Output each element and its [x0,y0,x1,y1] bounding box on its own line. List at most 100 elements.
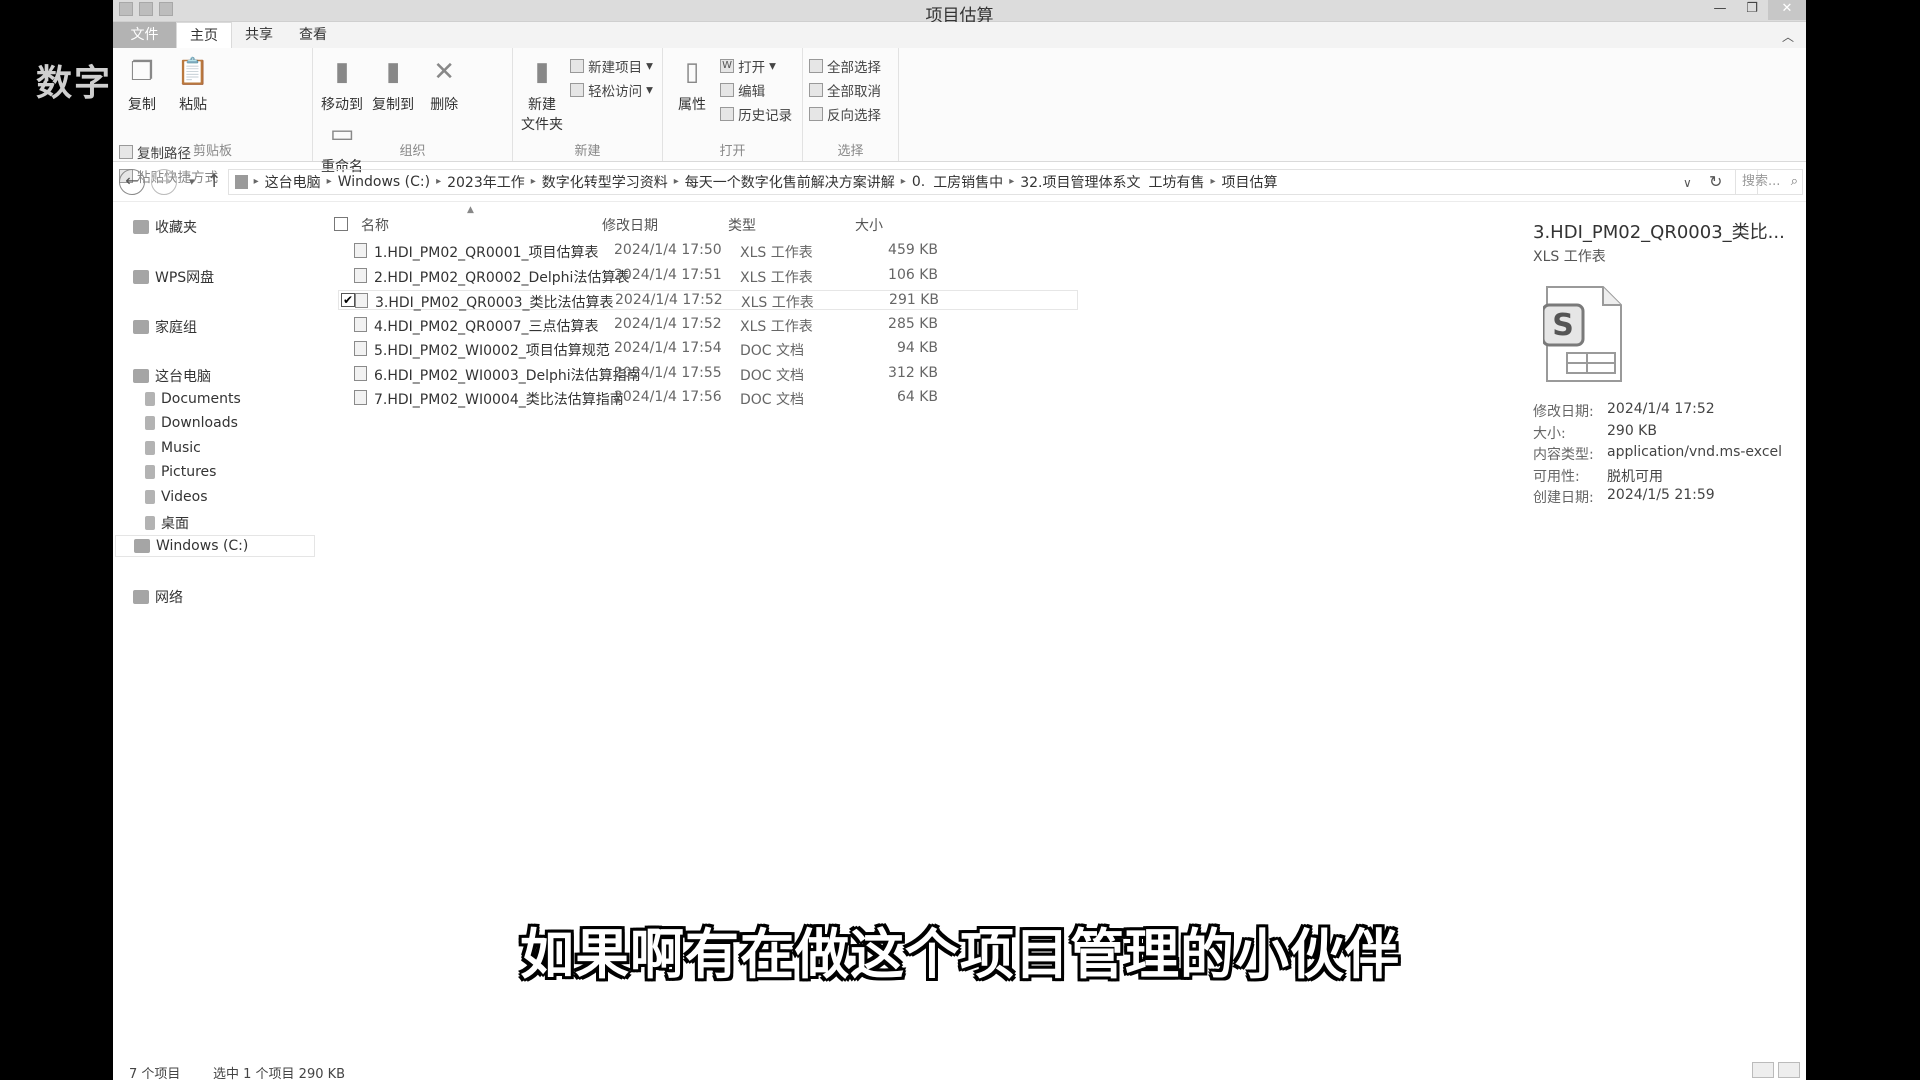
tab-home[interactable]: 主页 [176,22,232,48]
file-name: 5.HDI_PM02_WI0002_项目估算规范 [374,343,610,359]
nav-this-pc[interactable]: 这台电脑 [133,366,211,386]
view-toggle [1752,1062,1800,1078]
group-clipboard: ❐ 复制 📋 粘贴 复制路径 粘贴快捷方式 剪贴板 [113,48,313,186]
file-type: DOC 文档 [740,343,805,359]
nav-favorites[interactable]: 收藏夹 [133,217,197,237]
close-button[interactable]: ✕ [1768,0,1806,20]
nav-wps-cloud[interactable]: WPS网盘 [133,267,214,287]
select-all-button[interactable]: 全部选择 [809,56,881,76]
search-input[interactable]: 搜索... ⌕ [1735,169,1803,195]
nav-videos[interactable]: Videos [145,489,208,505]
tab-share[interactable]: 共享 [232,22,286,48]
column-header-size[interactable]: 大小 [855,215,883,235]
breadcrumb-item[interactable]: 0. [912,174,925,190]
column-header-date[interactable]: 修改日期 [602,215,658,235]
file-name: 4.HDI_PM02_QR0007_三点估算表 [374,318,599,335]
file-row[interactable]: ✔ 3.HDI_PM02_QR0003_类比法估算表 2024/1/4 17:52 X… [338,290,1078,311]
file-date: 2024/1/4 17:52 [615,292,723,308]
ribbon-tabs: 文件 主页 共享 查看 ︿ [113,22,1806,48]
group-select: 全部选择 全部取消 反向选择 选择 [803,48,899,161]
computer-icon [234,174,248,189]
new-folder-button[interactable]: ▮ 新建 文件夹 [519,54,565,134]
file-row[interactable]: 1.HDI_PM02_QR0001_项目估算表 2024/1/4 17:50 XLS… [338,241,1078,261]
history-button[interactable]: 历史记录 [720,104,792,124]
nav-drive-c[interactable]: Windows (C:) [115,535,315,557]
file-row[interactable]: 4.HDI_PM02_QR0007_三点估算表 2024/1/4 17:52 XLS… [338,315,1078,335]
minimize-button[interactable]: — [1704,0,1736,20]
nav-desktop[interactable]: 桌面 [145,513,189,533]
breadcrumb-item[interactable]: 工房销售中 [933,172,1003,192]
details-file-type: XLS 工作表 [1533,249,1606,265]
easy-access-button[interactable]: 轻松访问 ▾ [570,80,653,100]
file-date: 2024/1/4 17:50 [614,242,722,258]
properties-button[interactable]: ▯ 属性 [669,54,715,114]
edit-icon [720,82,735,97]
open-button[interactable]: W 打开 ▾ [720,56,792,76]
breadcrumb-item[interactable]: Windows (C:) [338,174,430,190]
column-header-type[interactable]: 类型 [728,215,756,235]
file-name: 1.HDI_PM02_QR0001_项目估算表 [374,245,599,261]
nav-music[interactable]: Music [145,440,201,456]
file-size: 64 KB [896,389,938,405]
group-label-new: 新建 [574,144,601,159]
address-dropdown-icon[interactable]: ∨ [1683,176,1692,190]
file-row[interactable]: 5.HDI_PM02_WI0002_项目估算规范 2024/1/4 17:54 DO… [338,339,1078,359]
breadcrumb-item[interactable]: 2023年工作 [447,172,525,192]
tab-file[interactable]: 文件 [113,22,176,48]
cloud-icon [133,270,149,284]
details-availability: 可用性: 脱机可用 [1533,469,1663,485]
copy-to-button[interactable]: ▮ 复制到 [370,54,416,114]
copy-button[interactable]: ❐ 复制 [119,54,165,114]
breadcrumb-item[interactable]: 这台电脑 [265,172,321,192]
file-row[interactable]: 2.HDI_PM02_QR0002_Delphi法估算表 2024/1/4 17:… [338,266,1078,286]
breadcrumb-item[interactable]: 每天一个数字化售前解决方案讲解 [685,172,895,192]
new-item-icon [570,58,585,73]
recent-locations-dropdown[interactable]: ▾ [189,175,195,188]
file-type: DOC 文档 [740,392,805,408]
details-view-icon[interactable] [1752,1062,1774,1078]
copy-icon: ❐ [130,57,154,87]
nav-documents[interactable]: Documents [145,391,241,407]
file-size: 459 KB [888,242,938,258]
row-checkbox[interactable]: ✔ [341,293,355,307]
star-icon [133,220,149,234]
nav-pictures[interactable]: Pictures [145,464,216,480]
forward-button[interactable]: → [151,168,177,195]
file-row[interactable]: 6.HDI_PM02_WI0003_Delphi法估算指南 2024/1/4 17… [338,364,1078,384]
breadcrumb-item[interactable]: 项目估算 [1222,172,1278,192]
back-button[interactable]: ← [119,168,145,195]
refresh-icon[interactable]: ↻ [1709,172,1722,191]
maximize-button[interactable]: ❐ [1736,0,1768,20]
file-row[interactable]: 7.HDI_PM02_WI0004_类比法估算指南 2024/1/4 17:56 D… [338,388,1078,408]
tab-view[interactable]: 查看 [286,22,340,48]
invert-selection-button[interactable]: 反向选择 [809,104,881,124]
easy-access-icon [570,82,585,97]
nav-downloads[interactable]: Downloads [145,415,238,431]
select-all-checkbox[interactable] [334,217,348,231]
paste-button[interactable]: 📋 粘贴 [170,54,216,114]
nav-network[interactable]: 网络 [133,587,183,607]
delete-button[interactable]: ✕ 删除 [421,54,467,114]
breadcrumb-item[interactable]: 数字化转型学习资料 [542,172,668,192]
xls-icon [354,267,367,283]
select-none-button[interactable]: 全部取消 [809,80,881,100]
group-organize: ▮ 移动到 ▮ 复制到 ✕ 删除 ▭ 重命名 组织 [313,48,513,175]
large-icons-view-icon[interactable] [1778,1062,1800,1078]
file-date: 2024/1/4 17:55 [614,364,722,381]
new-item-button[interactable]: 新建项目 ▾ [570,56,653,76]
doc-icon [354,390,367,405]
up-arrow-icon[interactable]: ↑ [207,171,222,192]
details-content-type: 内容类型: application/vnd.ms-excel [1533,444,1783,463]
breadcrumb-item[interactable]: 工坊有售 [1148,172,1204,192]
breadcrumb-item[interactable]: 32.项目管理体系文 [1020,172,1140,192]
nav-homegroup[interactable]: 家庭组 [133,317,197,337]
homegroup-icon [133,320,149,334]
file-date: 2024/1/4 17:56 [614,389,722,405]
column-header-name[interactable]: 名称 [361,215,389,235]
address-bar[interactable]: ▸ 这台电脑 ▸ Windows (C:) ▸ 2023年工作 ▸ 数字化转型学习资料… [227,168,1758,195]
edit-button[interactable]: 编辑 [720,80,792,100]
chevron-up-icon[interactable]: ︿ [1782,28,1794,45]
window-controls: — ❐ ✕ [1704,0,1806,20]
move-to-button[interactable]: ▮ 移动到 [319,54,365,114]
status-item-count: 7 个项目 [129,1067,181,1080]
